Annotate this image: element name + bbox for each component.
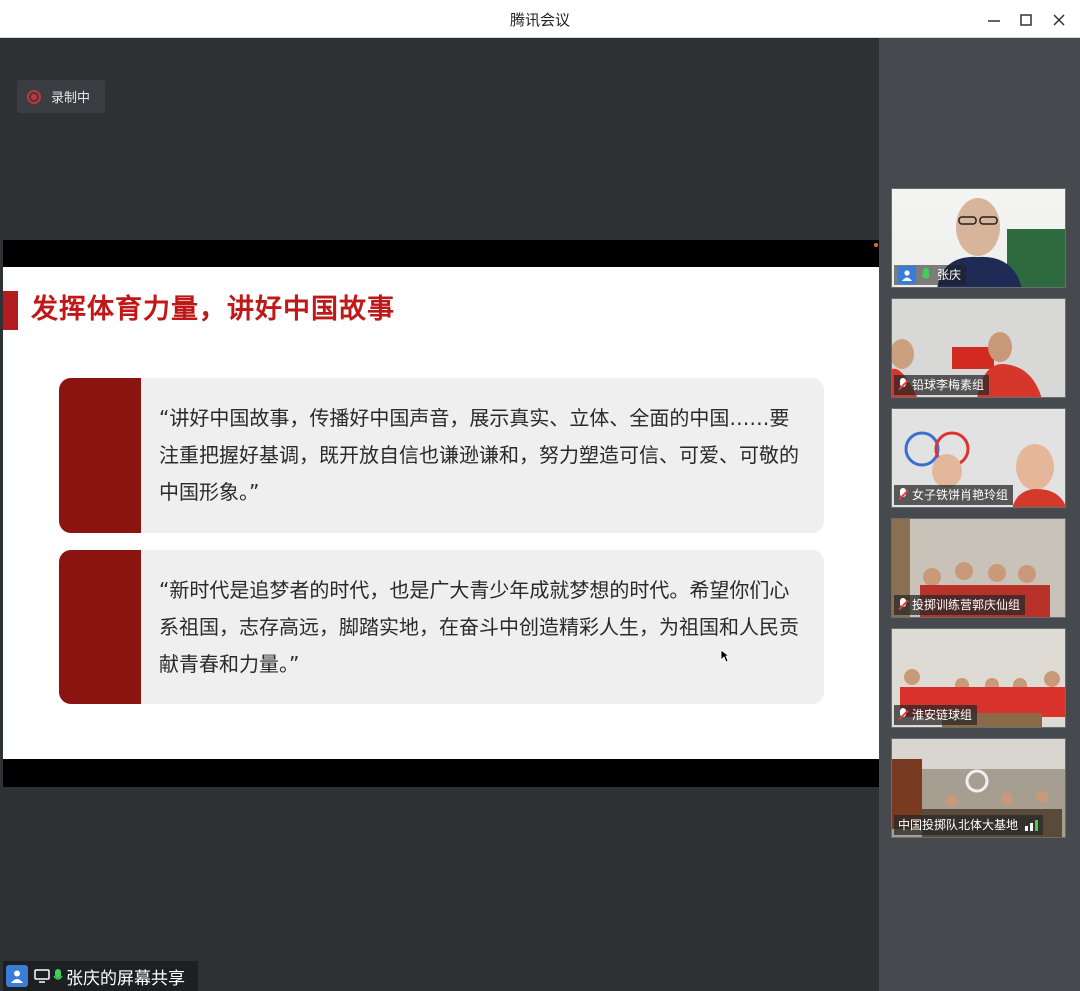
participant-name: 淮安链球组 [912, 708, 973, 722]
quote-card-1: “讲好中国故事，传播好中国声音，展示真实、立体、全面的中国……要注重把握好基调，… [59, 378, 824, 533]
quote-text-1: “讲好中国故事，传播好中国声音，展示真实、立体、全面的中国……要注重把握好基调，… [159, 406, 799, 504]
participant-panel [879, 38, 1080, 991]
slide-content: 发挥体育力量，讲好中国故事 “讲好中国故事，传播好中国声音，展示真实、立体、全面… [3, 267, 879, 759]
participant-tile-5[interactable]: 淮安链球组 [891, 628, 1066, 728]
participant-name: 投掷训练营郭庆仙组 [912, 598, 1021, 612]
screen-share-indicator[interactable]: 张庆的屏幕共享 [3, 961, 198, 991]
recording-badge[interactable]: 录制中 [17, 80, 105, 113]
participant-name: 中国投掷队北体大基地 [898, 818, 1019, 832]
maximize-button[interactable] [1012, 6, 1040, 34]
meeting-window: 腾讯会议 录制中 发挥体育力量，讲好中国故事 “讲好中国故事，传播好中国声音，展… [0, 0, 1080, 991]
participant-label: 张庆 [894, 265, 967, 285]
participant-label: 女子铁饼肖艳玲组 [894, 485, 1014, 505]
user-icon [6, 965, 28, 987]
slide-marker [874, 243, 878, 247]
mic-muted-icon [898, 378, 909, 392]
quote-side-bar [59, 550, 141, 704]
quote-side-bar [59, 378, 141, 533]
window-title: 腾讯会议 [509, 11, 570, 29]
participant-tile-3[interactable]: 女子铁饼肖艳玲组 [891, 408, 1066, 508]
mic-on-icon [921, 268, 931, 279]
participant-label: 投掷训练营郭庆仙组 [894, 595, 1026, 615]
mic-on-icon [53, 969, 63, 980]
mic-muted-icon [898, 488, 909, 502]
mic-muted-icon [898, 708, 909, 722]
recording-label: 录制中 [51, 91, 91, 106]
title-bar: 腾讯会议 [0, 0, 1080, 38]
host-icon [898, 266, 916, 284]
close-button[interactable] [1045, 6, 1073, 34]
participant-name: 女子铁饼肖艳玲组 [912, 488, 1009, 502]
participant-tile-6[interactable]: 中国投掷队北体大基地 [891, 738, 1066, 838]
slide-title: 发挥体育力量，讲好中国故事 [31, 294, 395, 325]
participant-label: 淮安链球组 [894, 705, 978, 725]
maximize-icon [1020, 14, 1032, 26]
title-accent-bar [3, 291, 18, 330]
participant-tile-2[interactable]: 铅球李梅素组 [891, 298, 1066, 398]
screen-share-icon [34, 969, 50, 983]
participant-label: 铅球李梅素组 [894, 375, 990, 395]
participant-tile-4[interactable]: 投掷训练营郭庆仙组 [891, 518, 1066, 618]
close-icon [1053, 14, 1065, 26]
participant-tile-1[interactable]: 张庆 [891, 188, 1066, 288]
participant-name: 张庆 [937, 268, 962, 282]
signal-icon [1025, 820, 1039, 831]
shared-slide: 发挥体育力量，讲好中国故事 “讲好中国故事，传播好中国声音，展示真实、立体、全面… [3, 240, 879, 787]
participant-label: 中国投掷队北体大基地 [894, 815, 1044, 835]
mouse-cursor-icon [720, 649, 730, 663]
minimize-icon [988, 20, 1000, 22]
screen-share-label: 张庆的屏幕共享 [66, 968, 185, 989]
mic-muted-icon [898, 598, 909, 612]
participant-name: 铅球李梅素组 [912, 378, 985, 392]
record-icon [27, 89, 41, 104]
quote-text-2: “新时代是追梦者的时代，也是广大青少年成就梦想的时代。希望你们心系祖国，志存高远… [159, 578, 799, 676]
quote-card-2: “新时代是追梦者的时代，也是广大青少年成就梦想的时代。希望你们心系祖国，志存高远… [59, 550, 824, 704]
minimize-button[interactable] [980, 6, 1008, 34]
